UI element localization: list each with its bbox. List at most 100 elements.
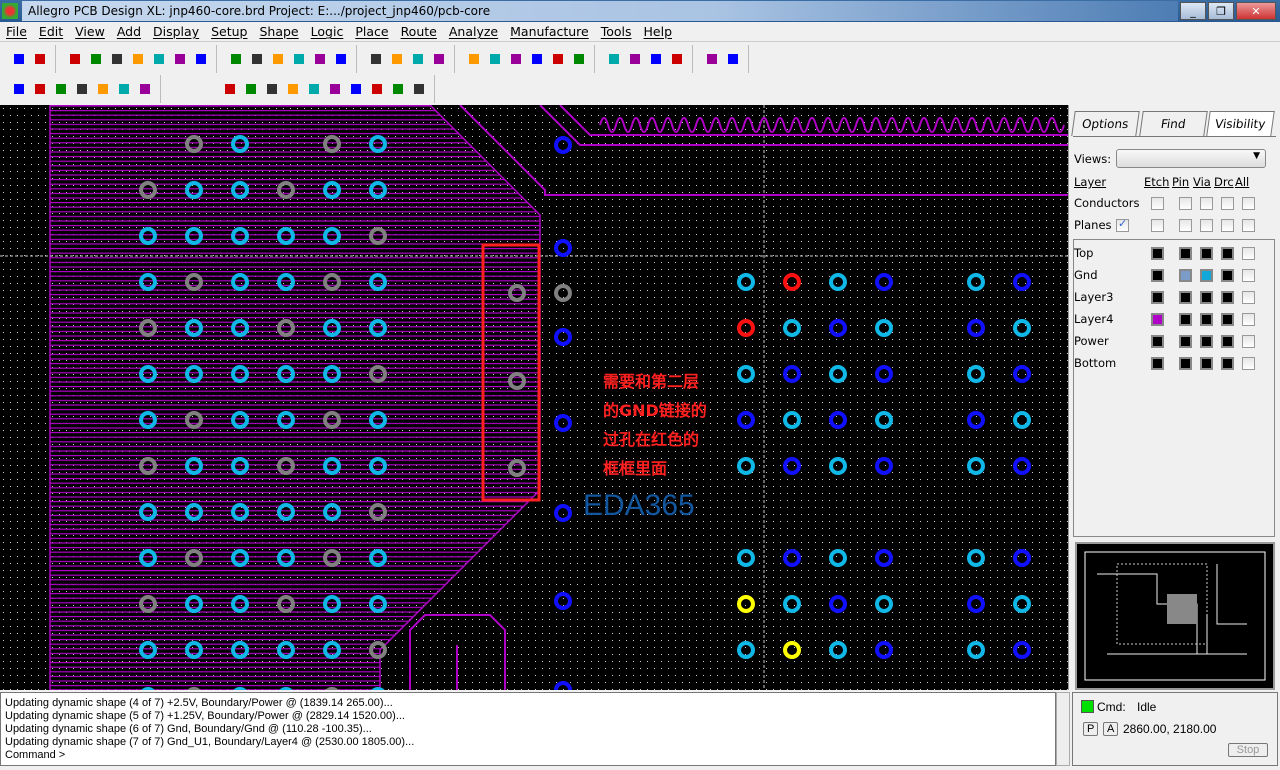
add-line-icon[interactable] [367,50,385,68]
zoom-fit-icon[interactable] [248,50,266,68]
fix-icon[interactable] [171,50,189,68]
stop-button[interactable]: Stop [1228,743,1268,757]
column-etch[interactable]: Etch [1144,175,1169,189]
via [233,687,247,690]
checkbox-planes-all[interactable] [1242,219,1255,232]
minimize-button[interactable]: _ [1180,2,1206,20]
console-line: Updating dynamic shape (4 of 7) +2.5V, B… [5,697,393,709]
undo-icon[interactable] [129,50,147,68]
info-icon[interactable] [507,50,525,68]
shape-check-icon[interactable] [410,80,428,98]
zoom-points-icon[interactable] [227,50,245,68]
add-rect-icon[interactable] [388,50,406,68]
zoom-out-icon[interactable] [290,50,308,68]
menu-add[interactable]: Add [117,24,141,39]
close-button[interactable]: ✕ [1236,2,1276,20]
checkbox-planes-etch[interactable] [1151,219,1164,232]
layer-icon[interactable] [486,50,504,68]
zoom-world-icon[interactable] [311,50,329,68]
pcb-drawing[interactable] [0,105,1068,690]
menu-manufacture[interactable]: Manufacture [510,24,589,39]
checkbox-planes-via[interactable] [1200,219,1213,232]
planes-checkbox[interactable]: ✓ [1116,217,1129,232]
checkbox-conductors-drc[interactable] [1221,197,1234,210]
checkbox-conductors-via[interactable] [1200,197,1213,210]
tab-find[interactable]: Find [1138,111,1208,136]
move-icon[interactable] [66,50,84,68]
menu-tools[interactable]: Tools [601,24,632,39]
column-all[interactable]: All [1235,175,1249,189]
checkbox-conductors-pin[interactable] [1179,197,1192,210]
swap-icon[interactable] [668,50,686,68]
ratsnest-on-icon[interactable] [31,80,49,98]
pick-button[interactable]: P [1083,722,1099,736]
shape-merge-icon[interactable] [389,80,407,98]
column-drc[interactable]: Drc [1214,175,1234,189]
cmd-label: Cmd: [1097,700,1126,714]
shape-add-icon[interactable] [221,80,239,98]
custom-smooth-icon[interactable] [115,80,133,98]
edit-text-icon[interactable] [430,50,448,68]
layers-icon[interactable] [626,50,644,68]
measure-icon[interactable] [528,50,546,68]
world-view-minimap[interactable] [1075,542,1275,690]
restore-button[interactable]: ❐ [1208,2,1234,20]
menu-edit[interactable]: Edit [39,24,63,39]
views-dropdown[interactable]: ▼ [1116,149,1266,168]
zoom-in-icon[interactable] [269,50,287,68]
grid-icon[interactable] [605,50,623,68]
color-icon[interactable] [465,50,483,68]
console-line: Updating dynamic shape (6 of 7) Gnd, Bou… [5,723,372,735]
menu-route[interactable]: Route [401,24,437,39]
menu-help[interactable]: Help [644,24,673,39]
waive-icon[interactable] [724,50,742,68]
menu-analyze[interactable]: Analyze [449,24,498,39]
pcb-canvas[interactable]: 需要和第二层的GND链接的过孔在红色的框框里面 EDA365 [0,105,1068,690]
checkbox-planes-drc[interactable] [1221,219,1234,232]
select-icon[interactable] [284,80,302,98]
shape-edit-icon[interactable] [305,80,323,98]
add-connect-icon[interactable] [52,80,70,98]
spread-icon[interactable] [136,80,154,98]
slide-icon[interactable] [73,80,91,98]
shape-void-icon[interactable] [326,80,344,98]
unfix-icon[interactable] [192,50,210,68]
menu-display[interactable]: Display [153,24,199,39]
shape-void-circle-icon[interactable] [368,80,386,98]
ratsnest-off-icon[interactable] [10,80,28,98]
save-icon[interactable] [31,50,49,68]
drc-icon[interactable] [703,50,721,68]
highlight-icon[interactable] [549,50,567,68]
checkbox-conductors-all[interactable] [1242,197,1255,210]
tab-visibility[interactable]: Visibility [1206,111,1275,136]
shape-void-rect-icon[interactable] [347,80,365,98]
command-console[interactable]: Updating dynamic shape (4 of 7) +2.5V, B… [0,692,1056,766]
shape-rect-icon[interactable] [242,80,260,98]
redraw-icon[interactable] [332,50,350,68]
delay-tune-icon[interactable] [94,80,112,98]
delete-icon[interactable] [108,50,126,68]
checkbox-planes-pin[interactable] [1179,219,1192,232]
menu-place[interactable]: Place [355,24,388,39]
console-scrollbar[interactable] [1056,692,1070,766]
open-icon[interactable] [10,50,28,68]
redo-icon[interactable] [150,50,168,68]
add-text-icon[interactable] [409,50,427,68]
absolute-button[interactable]: A [1103,722,1119,736]
tab-options[interactable]: Options [1071,111,1140,136]
menu-view[interactable]: View [75,24,105,39]
dehighlight-icon[interactable] [570,50,588,68]
menu-setup[interactable]: Setup [211,24,247,39]
shape-circle-icon[interactable] [263,80,281,98]
menu-file[interactable]: File [6,24,27,39]
menu-shape[interactable]: Shape [259,24,298,39]
coordinates-readout: 2860.00, 2180.00 [1123,722,1217,736]
checkbox-conductors-etch[interactable] [1151,197,1164,210]
column-pin[interactable]: Pin [1172,175,1189,189]
menu-logic[interactable]: Logic [311,24,344,39]
toolbar-group-file [4,45,56,73]
shadow-icon[interactable] [647,50,665,68]
column-via[interactable]: Via [1193,175,1211,189]
copy-icon[interactable] [87,50,105,68]
command-prompt: Command > [5,749,66,761]
